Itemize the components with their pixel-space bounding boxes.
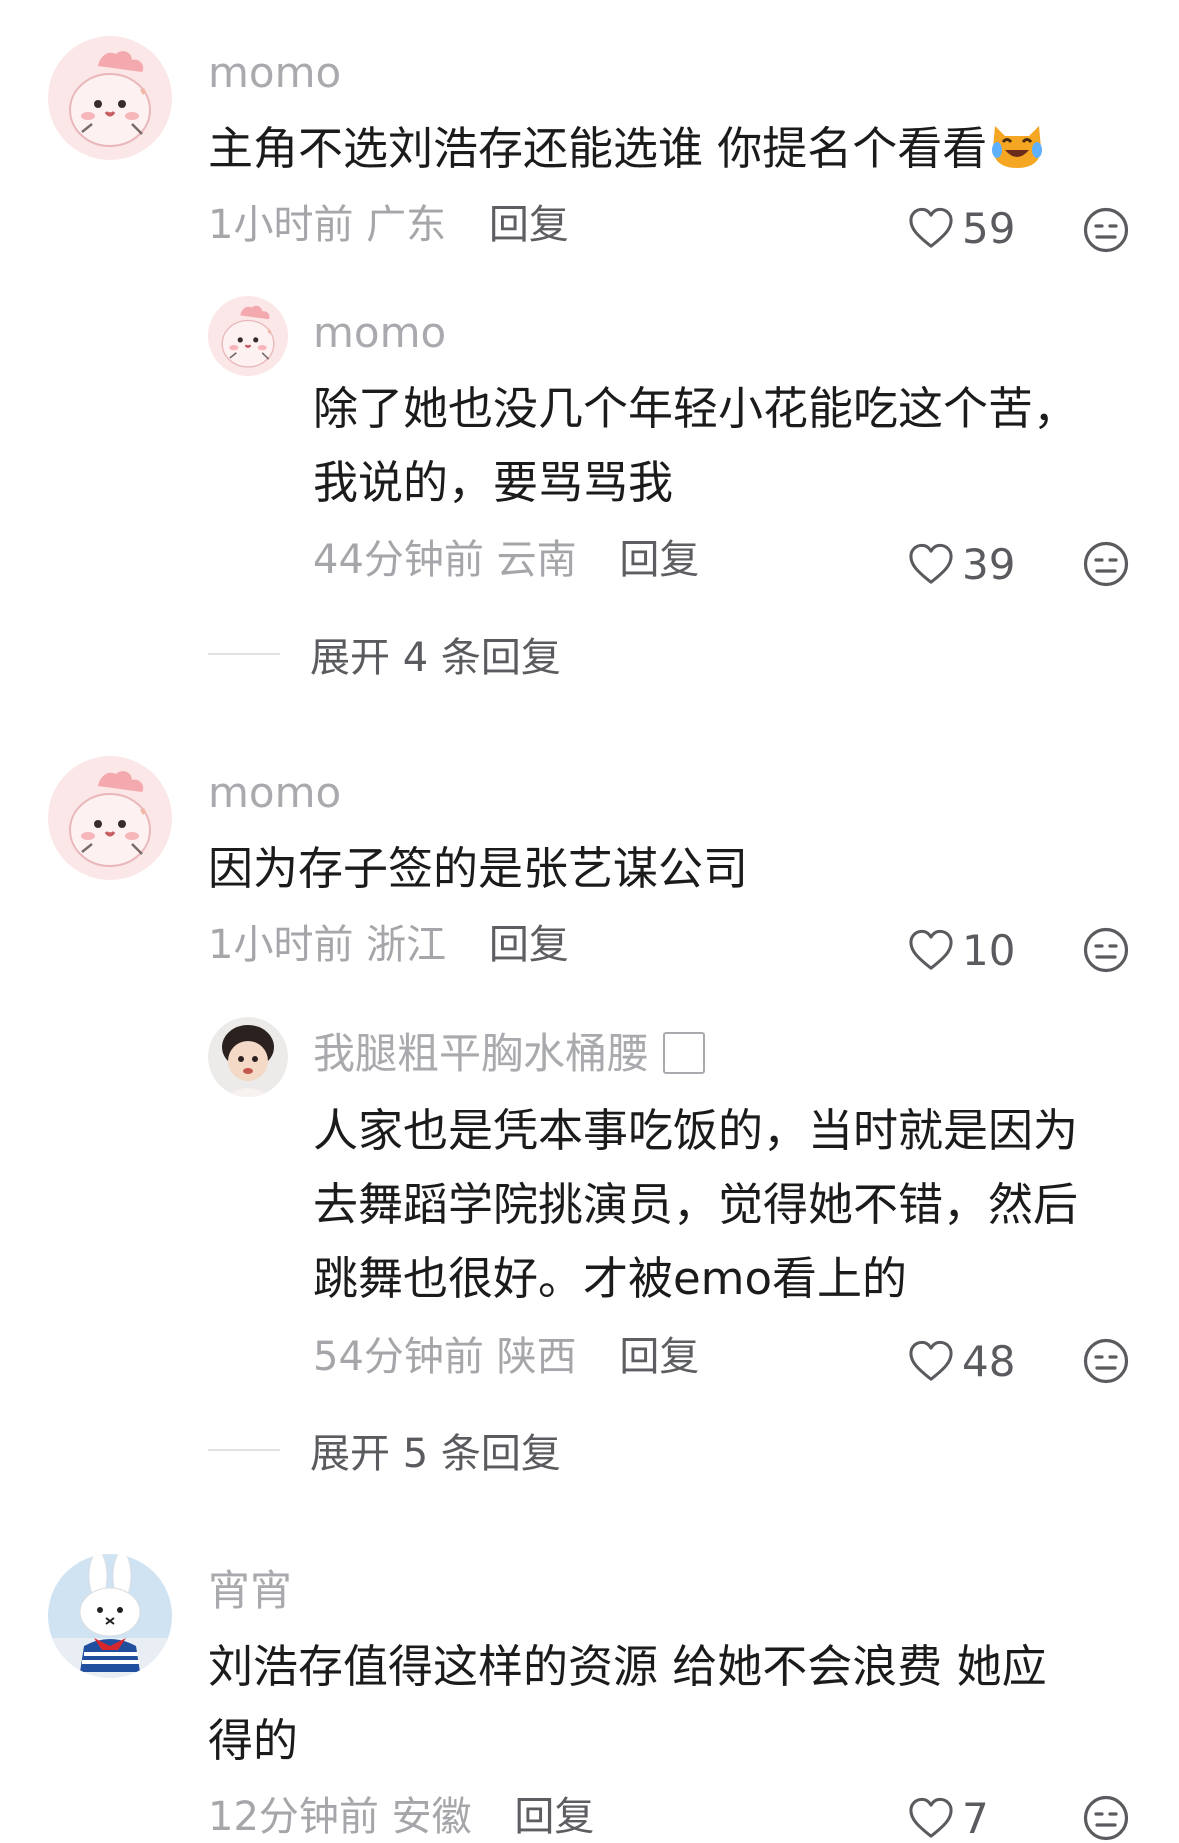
like-count: 10 [962,925,1016,975]
heart-icon [908,206,954,250]
avatar[interactable] [48,756,172,880]
heart-icon [908,542,954,586]
reply-button[interactable]: 回复 [619,537,699,583]
like-count: 7 [962,1793,989,1843]
avatar[interactable] [48,36,172,160]
like-count: 48 [962,1336,1016,1386]
reply-button[interactable]: 回复 [489,922,569,968]
reply-button[interactable]: 回复 [514,1794,594,1840]
heart-icon [908,1796,954,1840]
like-button[interactable]: 59 [908,203,1016,253]
dislike-face-icon[interactable] [1082,926,1130,974]
username[interactable]: momo [208,772,341,814]
location: 云南 [496,537,577,583]
reply-meta: 54分钟前 陕西 回复 [313,1337,699,1377]
reply-username[interactable]: 我腿粗平胸水桶腰 [313,1032,706,1075]
comment-meta: 1小时前 广东 回复 [208,205,569,245]
username[interactable]: 宵宵 [208,1570,292,1612]
like-count: 39 [962,539,1016,589]
heart-icon [908,928,954,972]
reply-text: 除了她也没几个年轻小花能吃这个苦， 我说的，要骂骂我 [313,382,1079,509]
reply-username[interactable]: momo [313,312,446,354]
child-photo-avatar-icon [208,1017,288,1097]
heart-icon [908,1339,954,1383]
comment-text: 刘浩存值得这样的资源 给她不会浪费 她应 得的 [208,1640,1047,1767]
location: 浙江 [366,922,447,968]
timestamp: 12分钟前 [208,1794,379,1840]
pink-blob-avatar-icon [48,756,172,880]
checkbox-icon [663,1032,706,1074]
crying-laughing-cat-emoji-icon [992,126,1043,168]
timestamp: 54分钟前 [313,1334,484,1380]
timestamp: 1小时前 [208,922,354,968]
pink-blob-avatar-icon [48,36,172,160]
comment-1: momo 主角不选刘浩存还能选谁 你提名个看看 1小时前 广东 回复 59 mo… [0,0,1179,600]
timestamp: 44分钟前 [313,537,484,583]
reply-avatar[interactable] [208,1017,288,1097]
like-button[interactable]: 7 [908,1793,989,1843]
comment-meta: 1小时前 浙江 回复 [208,925,569,965]
comment-text: 主角不选刘浩存还能选谁 你提名个看看 [208,112,1139,186]
divider-line [208,653,280,655]
white-rabbit-avatar-icon [48,1554,172,1678]
dislike-face-icon[interactable] [1082,540,1130,588]
location: 安徽 [391,1794,472,1840]
reply-button[interactable]: 回复 [619,1334,699,1380]
like-button[interactable]: 48 [908,1336,1016,1386]
reply-text: 人家也是凭本事吃饭的，当时就是因为 去舞蹈学院挑演员，觉得她不错，然后 跳舞也很… [313,1104,1079,1305]
comment-meta: 12分钟前 安徽 回复 [208,1797,594,1837]
expand-replies-button[interactable]: 展开 5 条回复 [208,1421,561,1479]
like-button[interactable]: 39 [908,539,1016,589]
comment-text: 因为存子签的是张艺谋公司 [208,842,749,895]
dislike-face-icon[interactable] [1082,1794,1130,1842]
like-button[interactable]: 10 [908,925,1016,975]
divider-line [208,1449,280,1451]
reply-button[interactable]: 回复 [489,202,569,248]
expand-replies-button[interactable]: 展开 4 条回复 [208,625,561,683]
location: 广东 [366,202,447,248]
like-count: 59 [962,203,1016,253]
username[interactable]: momo [208,52,341,94]
location: 陕西 [496,1334,577,1380]
reply-avatar[interactable] [208,296,288,376]
reply-meta: 44分钟前 云南 回复 [313,540,699,580]
pink-blob-avatar-icon [208,296,288,376]
avatar[interactable] [48,1554,172,1678]
dislike-face-icon[interactable] [1082,1337,1130,1385]
dislike-face-icon[interactable] [1082,206,1130,254]
timestamp: 1小时前 [208,202,354,248]
